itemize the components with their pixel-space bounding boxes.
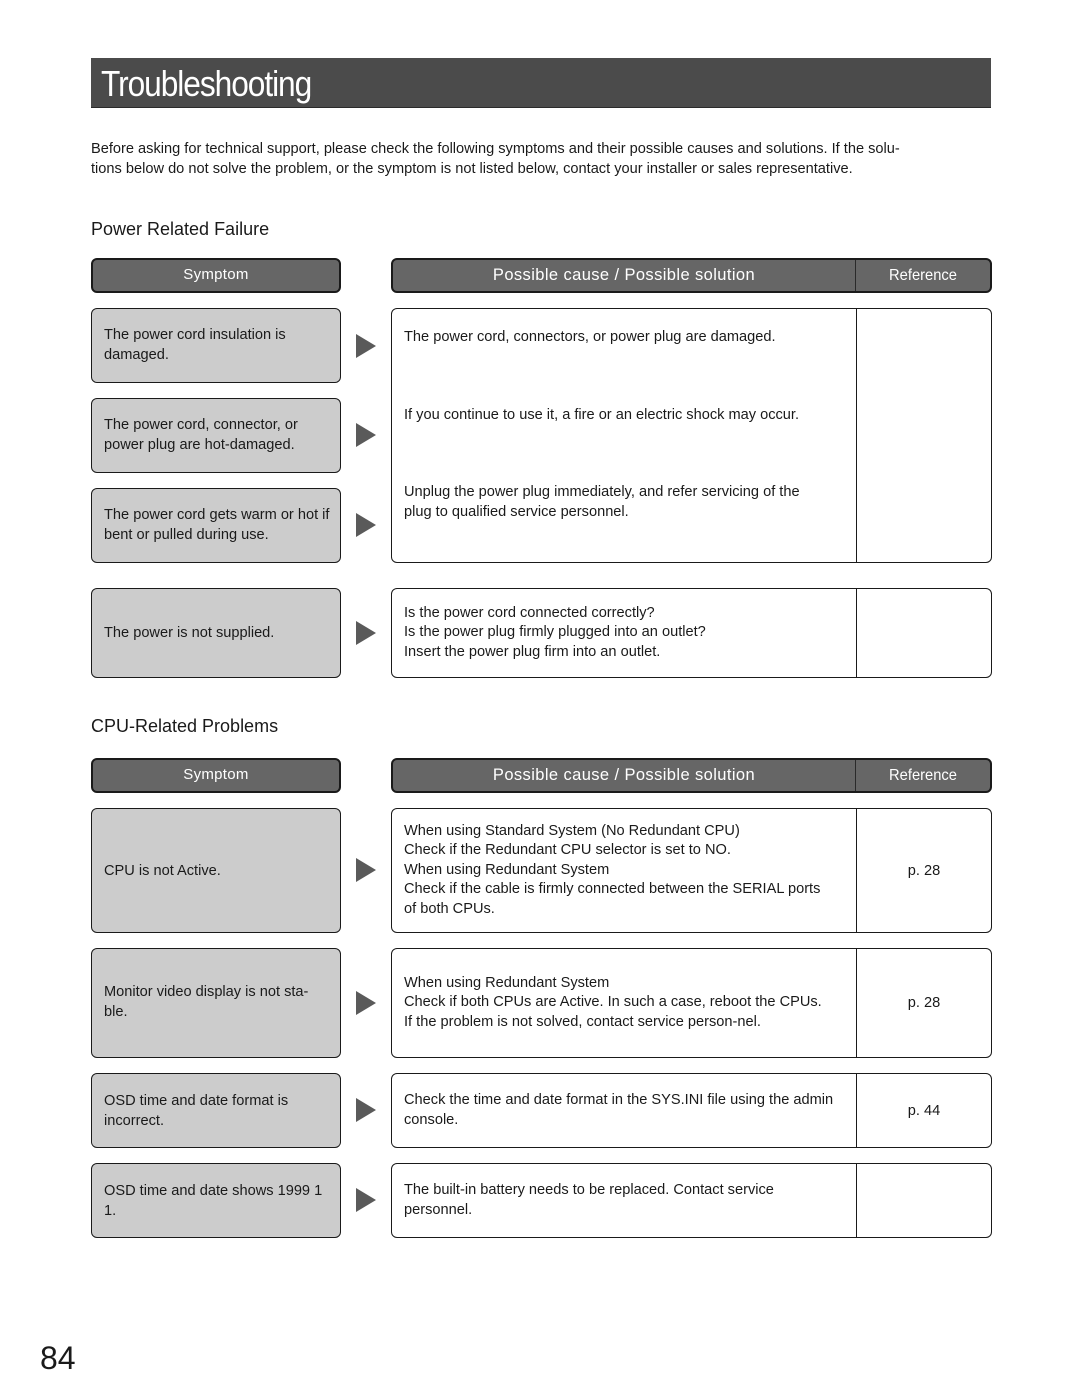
intro-line: Before asking for technical support, ple…	[91, 141, 900, 157]
reference-cell: p. 28	[907, 862, 941, 879]
solution-line: When using Standard System (No Redundant…	[404, 822, 740, 839]
symptom-box: The power cord insulation is damaged.	[91, 308, 341, 383]
symptom-box: CPU is not Active.	[91, 808, 341, 933]
arrow-right-icon	[356, 1188, 376, 1212]
solution-paragraph: The power cord, connectors, or power plu…	[404, 329, 776, 345]
solution-text: The power cord, connectors, or power plu…	[392, 309, 857, 562]
arrow-right-icon	[356, 334, 376, 358]
symptom-box: The power is not supplied.	[91, 588, 341, 678]
solution-paragraph: If you continue to use it, a fire or an …	[404, 406, 800, 423]
solution-text: Is the power cord connected correctly? I…	[392, 589, 857, 677]
symptom-box: The power cord, connector, or power plug…	[91, 398, 341, 473]
solution-box: The power cord, connectors, or power plu…	[391, 308, 992, 563]
reference-cell	[857, 589, 991, 677]
arrow-right-icon	[356, 991, 376, 1015]
symptom-box: Monitor video display is not sta-ble.	[91, 948, 341, 1058]
solution-text: The built-in battery needs to be replace…	[392, 1164, 857, 1237]
page-title-bar: Troubleshooting	[91, 58, 991, 108]
reference-cell	[857, 1164, 991, 1237]
symptom-header: Symptom	[91, 258, 341, 293]
symptom-header: Symptom	[91, 758, 341, 793]
solution-line: Is the power plug firmly plugged into an…	[404, 624, 706, 641]
solution-line: Is the power cord connected correctly?	[404, 604, 655, 621]
section-title-cpu: CPU-Related Problems	[91, 716, 279, 736]
arrow-right-icon	[356, 858, 376, 882]
solution-box: The built-in battery needs to be replace…	[391, 1163, 992, 1238]
solution-text: When using Redundant System Check if bot…	[392, 949, 857, 1057]
intro-paragraph: Before asking for technical support, ple…	[91, 139, 993, 179]
section-title-power: Power Related Failure	[91, 219, 270, 239]
solution-header: Possible cause / Possible solution Refer…	[391, 258, 992, 293]
reference-cell: p. 28	[907, 995, 941, 1011]
solution-text: Check the time and date format in the SY…	[392, 1074, 857, 1147]
symptom-box: OSD time and date format is incorrect.	[91, 1073, 341, 1148]
solution-line: Insert the power plug firm into an outle…	[404, 643, 661, 660]
solution-header: Possible cause / Possible solution Refer…	[391, 758, 992, 793]
arrow-right-icon	[356, 513, 376, 537]
solution-header-label: Possible cause / Possible solution	[393, 260, 856, 291]
solution-box: When using Standard System (No Redundant…	[391, 808, 992, 933]
solution-box: Check the time and date format in the SY…	[391, 1073, 992, 1148]
solution-box: When using Redundant System Check if bot…	[391, 948, 992, 1058]
solution-header-label: Possible cause / Possible solution	[393, 760, 856, 791]
solution-box: Is the power cord connected correctly? I…	[391, 588, 992, 678]
solution-line: When using Redundant System	[404, 974, 610, 991]
solution-line: Check the time and date format in the SY…	[404, 1092, 834, 1128]
solution-line: Check if the Redundant CPU selector is s…	[404, 842, 731, 859]
reference-cell: p. 44	[907, 1102, 941, 1119]
solution-line: When using Redundant System	[404, 861, 610, 878]
reference-cell	[857, 309, 991, 562]
symptom-box: The power cord gets warm or hot if bent …	[91, 488, 341, 563]
solution-line: Check if the cable is firmly connected b…	[404, 881, 821, 917]
page-number: 84	[40, 1340, 76, 1376]
arrow-right-icon	[356, 423, 376, 447]
page-title: Troubleshooting	[101, 63, 312, 104]
arrow-right-icon	[356, 621, 376, 645]
symptom-box: OSD time and date shows 1999 1 1.	[91, 1163, 341, 1238]
solution-paragraph: Unplug the power plug immediately, and r…	[404, 484, 800, 520]
solution-line: The built-in battery needs to be replace…	[404, 1182, 774, 1218]
intro-line: tions below do not solve the problem, or…	[91, 161, 853, 177]
reference-header-label: Reference	[889, 267, 957, 284]
solution-line: Check if both CPUs are Active. In such a…	[404, 994, 822, 1030]
solution-text: When using Standard System (No Redundant…	[392, 809, 857, 932]
arrow-right-icon	[356, 1098, 376, 1122]
reference-header-label: Reference	[889, 767, 957, 784]
